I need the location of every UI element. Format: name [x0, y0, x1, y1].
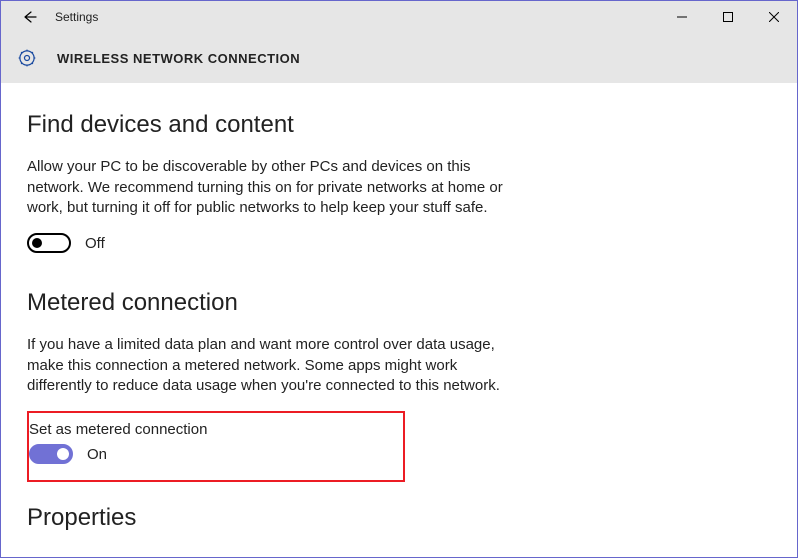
find-devices-section: Find devices and content Allow your PC t… — [27, 111, 771, 253]
maximize-button[interactable] — [705, 1, 751, 33]
metered-description: If you have a limited data plan and want… — [27, 335, 507, 397]
metered-toggle[interactable] — [29, 444, 73, 464]
properties-section: Properties — [27, 504, 771, 532]
minimize-button[interactable] — [659, 1, 705, 33]
toggle-knob — [32, 238, 42, 248]
title-bar: Settings — [1, 1, 797, 33]
find-devices-toggle[interactable] — [27, 233, 71, 253]
window-title: Settings — [55, 10, 659, 24]
find-devices-heading: Find devices and content — [27, 111, 771, 139]
set-metered-label: Set as metered connection — [29, 421, 393, 438]
page-title: WIRELESS NETWORK CONNECTION — [57, 51, 300, 66]
metered-connection-section: Metered connection If you have a limited… — [27, 289, 771, 482]
caption-buttons — [659, 1, 797, 33]
content-area: Find devices and content Allow your PC t… — [1, 83, 797, 532]
close-button[interactable] — [751, 1, 797, 33]
gear-icon — [17, 48, 37, 68]
find-devices-description: Allow your PC to be discoverable by othe… — [27, 157, 507, 219]
find-devices-toggle-label: Off — [85, 235, 105, 252]
properties-heading: Properties — [27, 504, 771, 532]
highlight-annotation: Set as metered connection On — [27, 411, 405, 482]
page-header: WIRELESS NETWORK CONNECTION — [1, 33, 797, 83]
toggle-knob — [57, 448, 69, 460]
back-button[interactable] — [17, 5, 41, 29]
metered-toggle-row: On — [29, 444, 393, 464]
find-devices-toggle-row: Off — [27, 233, 771, 253]
metered-heading: Metered connection — [27, 289, 771, 317]
metered-toggle-label: On — [87, 446, 107, 463]
